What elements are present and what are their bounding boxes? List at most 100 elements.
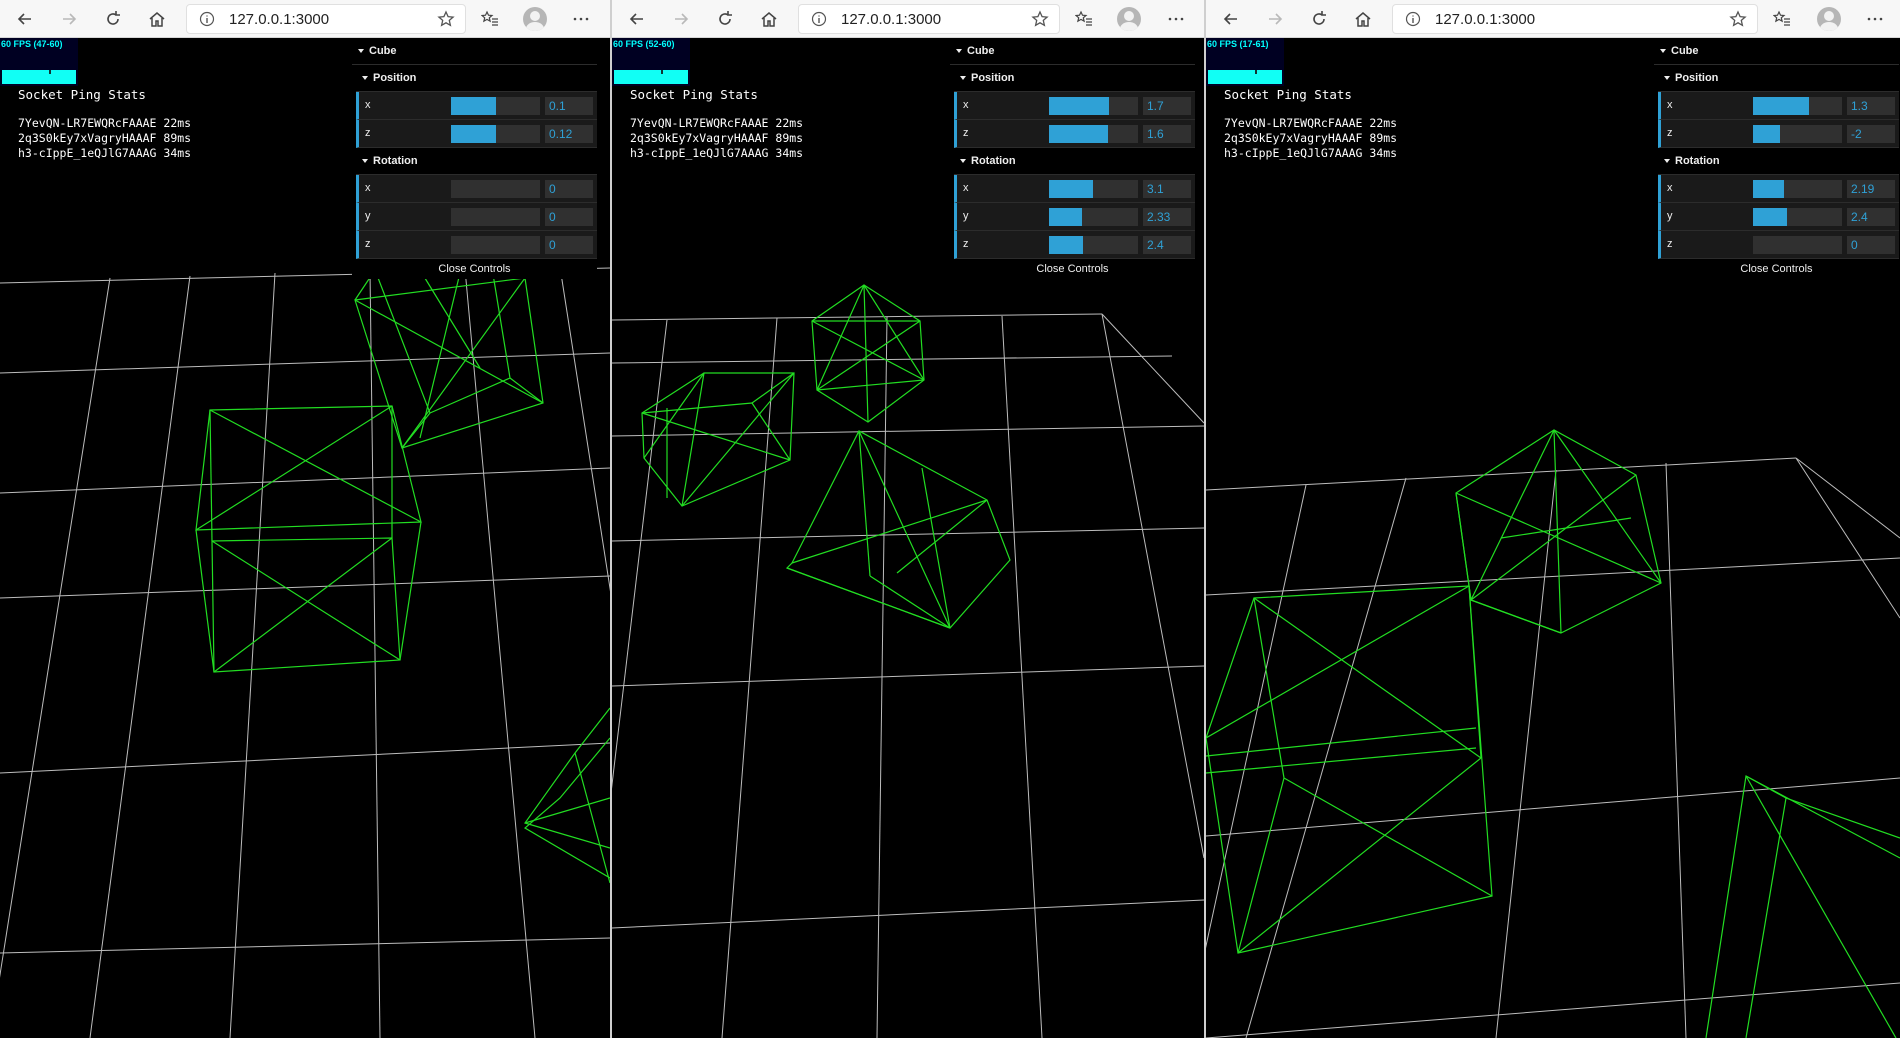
ping-title: Socket Ping Stats — [18, 87, 146, 102]
slider[interactable] — [451, 236, 540, 254]
number-input[interactable]: -2 — [1847, 125, 1895, 143]
forward-icon[interactable] — [668, 6, 694, 32]
info-icon[interactable] — [811, 11, 827, 27]
slider[interactable] — [451, 97, 540, 115]
fps-stats-panel[interactable]: 60 FPS (47-60) — [0, 38, 78, 86]
threejs-scene[interactable]: 60 FPS (47-60) Socket Ping Stats 7YevQN-… — [0, 38, 610, 1038]
close-controls-button[interactable]: Close Controls — [1654, 259, 1899, 279]
profile-avatar[interactable] — [1117, 7, 1141, 31]
number-input[interactable]: 3.1 — [1143, 180, 1191, 198]
rotation-z-control[interactable]: z 2.4 — [954, 231, 1195, 259]
profile-avatar[interactable] — [523, 7, 547, 31]
favorites-icon[interactable] — [1769, 6, 1795, 32]
favorites-icon[interactable] — [477, 6, 503, 32]
forward-icon[interactable] — [56, 6, 82, 32]
folder-position[interactable]: Position — [954, 65, 1195, 92]
rotation-x-control[interactable]: x0 — [356, 175, 597, 203]
more-menu-icon[interactable] — [1163, 6, 1189, 32]
slider[interactable] — [1049, 97, 1138, 115]
url-text: 127.0.0.1:3000 — [1435, 11, 1536, 28]
more-menu-icon[interactable] — [568, 6, 594, 32]
rotation-z-control[interactable]: z0 — [356, 231, 597, 259]
slider[interactable] — [1049, 125, 1138, 143]
number-input[interactable]: 2.33 — [1143, 208, 1191, 226]
number-input[interactable]: 2.19 — [1847, 180, 1895, 198]
number-input[interactable]: 2.4 — [1847, 208, 1895, 226]
back-icon[interactable] — [624, 6, 650, 32]
fps-stats-panel[interactable]: 60 FPS (17-61) — [1206, 38, 1284, 86]
slider[interactable] — [451, 125, 540, 143]
position-z-control[interactable]: z 0.12 — [356, 120, 597, 148]
threejs-scene[interactable]: 60 FPS (17-61) Socket Ping Stats 7YevQN-… — [1206, 38, 1900, 1038]
position-z-control[interactable]: z -2 — [1658, 120, 1899, 148]
slider[interactable] — [1753, 97, 1842, 115]
favorite-star-icon[interactable] — [1031, 10, 1049, 28]
number-input[interactable]: 2.4 — [1143, 236, 1191, 254]
address-bar[interactable]: 127.0.0.1:3000 — [798, 4, 1060, 34]
number-input[interactable]: 0.12 — [545, 125, 593, 143]
position-x-control[interactable]: x 1.3 — [1658, 92, 1899, 120]
info-icon[interactable] — [1405, 11, 1421, 27]
favorites-icon[interactable] — [1071, 6, 1097, 32]
back-icon[interactable] — [1218, 6, 1244, 32]
number-input[interactable]: 0.1 — [545, 97, 593, 115]
favorite-star-icon[interactable] — [1729, 10, 1747, 28]
number-input[interactable]: 0 — [545, 180, 593, 198]
folder-rotation[interactable]: Rotation — [356, 148, 597, 175]
number-input[interactable]: 1.3 — [1847, 97, 1895, 115]
socket-ping-stats: Socket Ping Stats 7YevQN-LR7EWQRcFAAAE 2… — [18, 87, 191, 161]
number-input[interactable]: 0 — [545, 236, 593, 254]
position-x-control[interactable]: x 0.1 — [356, 92, 597, 120]
number-input[interactable]: 0 — [1847, 236, 1895, 254]
floor-grid — [1206, 457, 1900, 1038]
home-icon[interactable] — [1350, 6, 1376, 32]
slider[interactable] — [1049, 236, 1138, 254]
rotation-z-control[interactable]: z0 — [1658, 231, 1899, 259]
folder-cube[interactable]: Cube — [950, 38, 1195, 65]
refresh-icon[interactable] — [1306, 6, 1332, 32]
ping-row: h3-cIppE_1eQJlG7AAAG 34ms — [18, 146, 192, 160]
slider[interactable] — [1753, 180, 1842, 198]
more-menu-icon[interactable] — [1862, 6, 1888, 32]
folder-cube[interactable]: Cube — [1654, 38, 1899, 65]
number-input[interactable]: 0 — [545, 208, 593, 226]
address-bar[interactable]: 127.0.0.1:3000 — [1392, 4, 1758, 34]
close-controls-button[interactable]: Close Controls — [950, 259, 1195, 279]
back-icon[interactable] — [12, 6, 38, 32]
slider[interactable] — [451, 208, 540, 226]
folder-rotation[interactable]: Rotation — [954, 148, 1195, 175]
address-bar[interactable]: 127.0.0.1:3000 — [186, 4, 466, 34]
position-z-control[interactable]: z 1.6 — [954, 120, 1195, 148]
profile-avatar[interactable] — [1817, 7, 1841, 31]
number-input[interactable]: 1.6 — [1143, 125, 1191, 143]
threejs-scene[interactable]: 60 FPS (52-60) Socket Ping Stats 7YevQN-… — [612, 38, 1204, 1038]
folder-position[interactable]: Position — [1658, 65, 1899, 92]
slider[interactable] — [1049, 180, 1138, 198]
slider[interactable] — [451, 180, 540, 198]
slider[interactable] — [1753, 208, 1842, 226]
rotation-y-control[interactable]: y 2.4 — [1658, 203, 1899, 231]
position-x-control[interactable]: x 1.7 — [954, 92, 1195, 120]
folder-rotation[interactable]: Rotation — [1658, 148, 1899, 175]
rotation-y-control[interactable]: y 2.33 — [954, 203, 1195, 231]
favorite-star-icon[interactable] — [437, 10, 455, 28]
folder-cube[interactable]: Cube — [352, 38, 597, 65]
dat-gui-panel: Cube Position x 0.1 z 0.12 Rotation x0 y0 … — [352, 38, 597, 279]
number-input[interactable]: 1.7 — [1143, 97, 1191, 115]
slider[interactable] — [1753, 236, 1842, 254]
rotation-x-control[interactable]: x 3.1 — [954, 175, 1195, 203]
dat-gui-panel: Cube Position x 1.7 z 1.6 Rotation x 3.1 y2… — [950, 38, 1195, 279]
folder-position[interactable]: Position — [356, 65, 597, 92]
refresh-icon[interactable] — [100, 6, 126, 32]
rotation-y-control[interactable]: y0 — [356, 203, 597, 231]
home-icon[interactable] — [756, 6, 782, 32]
close-controls-button[interactable]: Close Controls — [352, 259, 597, 279]
home-icon[interactable] — [144, 6, 170, 32]
slider[interactable] — [1753, 125, 1842, 143]
rotation-x-control[interactable]: x 2.19 — [1658, 175, 1899, 203]
info-icon[interactable] — [199, 11, 215, 27]
slider[interactable] — [1049, 208, 1138, 226]
refresh-icon[interactable] — [712, 6, 738, 32]
fps-stats-panel[interactable]: 60 FPS (52-60) — [612, 38, 690, 86]
forward-icon[interactable] — [1262, 6, 1288, 32]
